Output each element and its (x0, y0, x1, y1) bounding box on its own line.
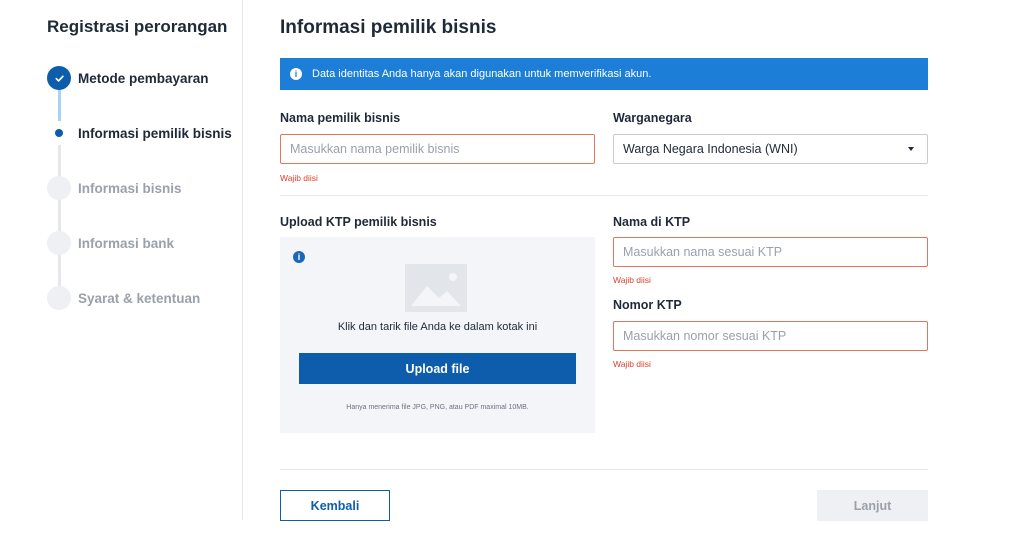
citizenship-label: Warganegara (613, 111, 692, 125)
upload-file-button[interactable]: Upload file (299, 353, 576, 384)
pending-step-indicator (47, 176, 71, 200)
step-informasi-bisnis: Informasi bisnis (47, 176, 182, 200)
step-metode-pembayaran[interactable]: Metode pembayaran (47, 66, 209, 90)
footer-divider (280, 469, 928, 470)
upload-dropzone[interactable]: i Klik dan tarik file Anda ke dalam kota… (280, 237, 595, 433)
citizenship-select[interactable]: Warga Negara Indonesia (WNI) (613, 134, 928, 164)
next-button[interactable]: Lanjut (817, 490, 928, 521)
step-syarat-ketentuan: Syarat & ketentuan (47, 286, 200, 310)
upload-file-note: Hanya menerima file JPG, PNG, atau PDF m… (346, 404, 529, 411)
page-title: Informasi pemilik bisnis (280, 17, 497, 38)
sidebar-title: Registrasi perorangan (47, 17, 228, 36)
info-icon[interactable]: i (293, 251, 305, 263)
upload-ktp-label: Upload KTP pemilik bisnis (280, 215, 437, 229)
upload-instruction: Klik dan tarik file Anda ke dalam kotak … (337, 321, 538, 333)
step-label: Informasi bisnis (78, 180, 182, 196)
owner-name-label: Nama pemilik bisnis (280, 111, 401, 125)
step-label: Informasi pemilik bisnis (78, 125, 232, 141)
image-placeholder-icon (405, 264, 467, 312)
ktp-number-input[interactable] (613, 321, 928, 351)
info-banner: i Data identitas Anda hanya akan digunak… (280, 58, 928, 90)
ktp-name-input[interactable] (613, 237, 928, 267)
section-divider (280, 195, 928, 196)
owner-name-error: Wajib diisi (280, 173, 318, 183)
registration-sidebar: Registrasi perorangan Metode pembayaran … (0, 0, 243, 520)
caret-down-icon (908, 147, 914, 151)
step-label: Syarat & ketentuan (78, 290, 201, 306)
info-banner-text: Data identitas Anda hanya akan digunakan… (312, 68, 652, 80)
ktp-number-label: Nomor KTP (613, 298, 682, 312)
step-label: Informasi bank (78, 235, 175, 251)
check-icon (47, 66, 71, 90)
step-label: Metode pembayaran (78, 70, 209, 86)
ktp-name-error: Wajib diisi (613, 275, 651, 285)
pending-step-indicator (47, 286, 71, 310)
step-informasi-bank: Informasi bank (47, 231, 174, 255)
ktp-number-error: Wajib diisi (613, 359, 651, 369)
citizenship-selected-value: Warga Negara Indonesia (WNI) (623, 142, 798, 156)
current-step-indicator (47, 121, 71, 145)
info-icon: i (290, 68, 302, 80)
pending-step-indicator (47, 231, 71, 255)
ktp-name-label: Nama di KTP (613, 215, 691, 229)
back-button[interactable]: Kembali (280, 490, 390, 521)
step-informasi-pemilik-bisnis[interactable]: Informasi pemilik bisnis (47, 121, 232, 145)
owner-name-input[interactable] (280, 134, 595, 164)
